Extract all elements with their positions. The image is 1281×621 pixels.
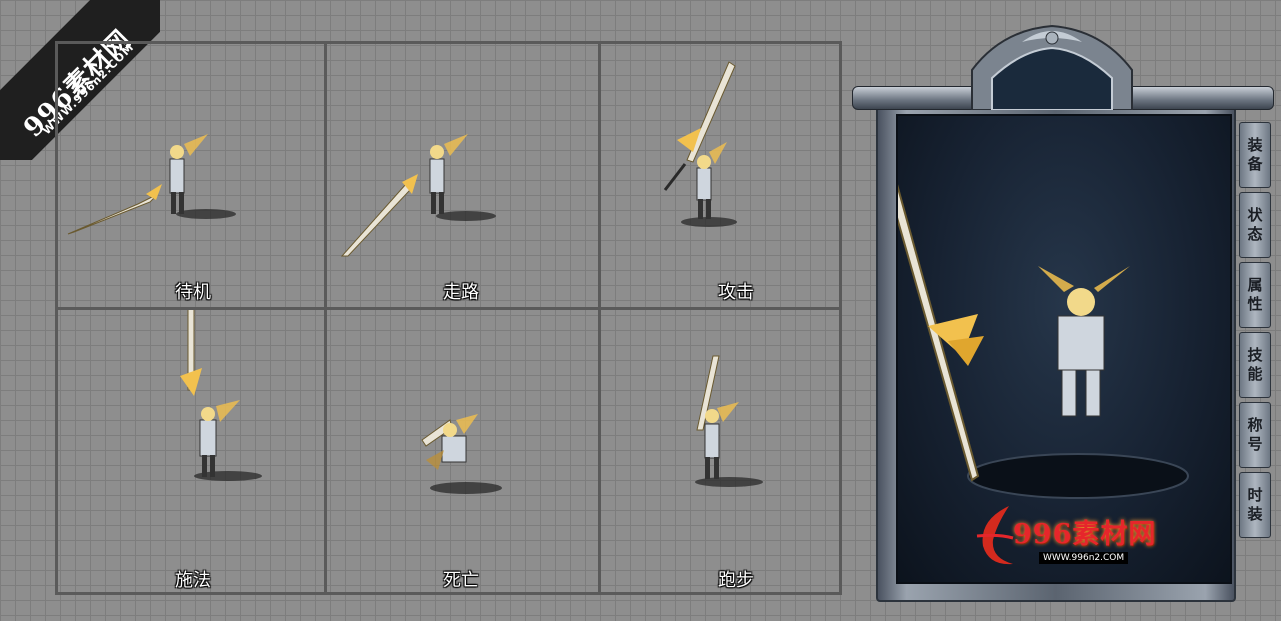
tab-equipment[interactable]: 装 备 bbox=[1239, 122, 1271, 188]
frame-label: 走路 bbox=[443, 282, 479, 303]
equipment-panel: 装 备 状 态 属 性 技 能 称 号 时 装 996素材网 WWW.996n2… bbox=[852, 20, 1276, 602]
frame-label: 待机 bbox=[175, 282, 211, 303]
frame-idle: 待机 bbox=[58, 44, 328, 309]
character-sprite bbox=[340, 134, 496, 257]
frame-label: 攻击 bbox=[718, 282, 754, 303]
character-sprite bbox=[67, 134, 236, 235]
tab-status[interactable]: 状 态 bbox=[1239, 192, 1271, 258]
character-sprite bbox=[180, 310, 262, 481]
character-sprite bbox=[421, 414, 502, 494]
character-sprite bbox=[695, 355, 763, 487]
logo-url: WWW.996n2.COM bbox=[1039, 552, 1129, 564]
crest-ornament bbox=[971, 24, 1133, 110]
frame-label: 跑步 bbox=[718, 570, 754, 591]
tab-fashion[interactable]: 时 装 bbox=[1239, 472, 1271, 538]
tab-skills[interactable]: 技 能 bbox=[1239, 332, 1271, 398]
character-sprite bbox=[663, 61, 737, 227]
frame-run: 跑步 bbox=[601, 310, 871, 591]
side-tabs: 装 备 状 态 属 性 技 能 称 号 时 装 bbox=[1239, 122, 1273, 542]
tab-titles[interactable]: 称 号 bbox=[1239, 402, 1271, 468]
brand-logo: 996素材网 WWW.996n2.COM bbox=[969, 496, 1189, 576]
frame-label: 施法 bbox=[175, 570, 211, 591]
logo-text: 996素材网 bbox=[1013, 519, 1157, 550]
frame-death: 死亡 bbox=[326, 310, 596, 591]
tab-attributes[interactable]: 属 性 bbox=[1239, 262, 1271, 328]
animation-frames-grid: 待机 走路 攻击 施法 死亡 跑步 bbox=[55, 41, 842, 595]
frame-walk: 走路 bbox=[326, 44, 596, 309]
frame-attack: 攻击 bbox=[601, 44, 871, 309]
frame-cast: 施法 bbox=[58, 310, 328, 591]
frame-label: 死亡 bbox=[443, 570, 479, 591]
